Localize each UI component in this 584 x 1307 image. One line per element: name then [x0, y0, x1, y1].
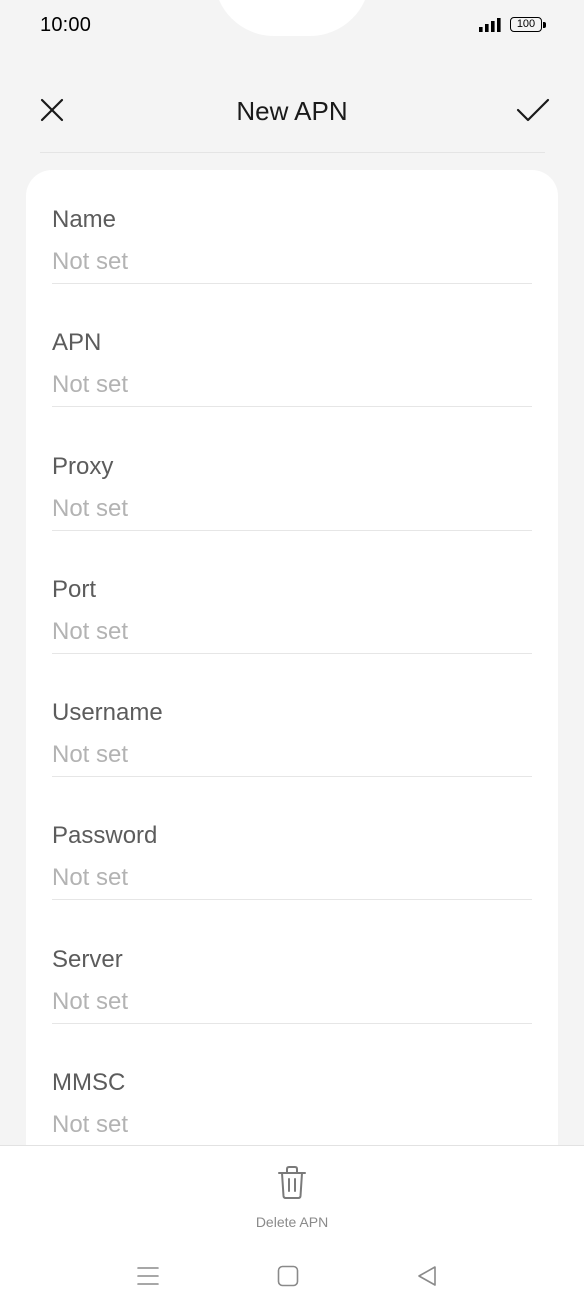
- signal-bars-icon: [479, 18, 501, 32]
- apn-field-mmsc[interactable]: MMSC Not set: [52, 1033, 532, 1143]
- header-divider: [40, 152, 545, 153]
- battery-tip: [543, 22, 546, 28]
- confirm-button[interactable]: [510, 88, 556, 132]
- apn-field-username[interactable]: Username Not set: [52, 663, 532, 777]
- battery-level: 100: [516, 18, 536, 30]
- apn-field-proxy[interactable]: Proxy Not set: [52, 417, 532, 531]
- system-navigation-bar: [0, 1254, 584, 1294]
- status-time: 10:00: [40, 14, 92, 36]
- home-icon: [277, 1265, 299, 1287]
- apn-field-name[interactable]: Name Not set: [52, 170, 532, 284]
- delete-apn-label: Delete APN: [255, 1214, 329, 1230]
- field-value: Not set: [52, 1111, 129, 1138]
- field-divider: [52, 1023, 532, 1024]
- field-value: Not set: [52, 618, 129, 645]
- field-label: Port: [52, 576, 97, 603]
- page-title: New APN: [236, 96, 348, 126]
- apn-form-card: Name Not set APN Not set Proxy Not set P…: [26, 170, 558, 1170]
- back-button[interactable]: [411, 1260, 443, 1292]
- field-value: Not set: [52, 988, 129, 1015]
- status-bar: 10:00 100: [0, 0, 584, 52]
- field-value: Not set: [52, 741, 129, 768]
- field-label: Password: [52, 822, 158, 849]
- checkmark-icon: [516, 98, 550, 122]
- field-label: APN: [52, 329, 102, 356]
- bottom-panel: Delete APN: [0, 1145, 584, 1307]
- delete-apn-button[interactable]: Delete APN: [232, 1158, 352, 1230]
- field-divider: [52, 530, 532, 531]
- field-label: Name: [52, 206, 117, 233]
- field-label: Server: [52, 946, 123, 973]
- field-divider: [52, 406, 532, 407]
- field-label: Username: [52, 699, 163, 726]
- field-divider: [52, 899, 532, 900]
- field-divider: [52, 653, 532, 654]
- trash-icon: [278, 1166, 306, 1199]
- apn-field-server[interactable]: Server Not set: [52, 910, 532, 1024]
- apn-field-password[interactable]: Password Not set: [52, 786, 532, 900]
- field-label: Proxy: [52, 453, 114, 480]
- app-bar: New APN: [0, 80, 584, 144]
- field-value: Not set: [52, 371, 129, 398]
- field-divider: [52, 776, 532, 777]
- field-value: Not set: [52, 864, 129, 891]
- home-button[interactable]: [272, 1260, 304, 1292]
- apn-field-apn[interactable]: APN Not set: [52, 293, 532, 407]
- menu-button[interactable]: [132, 1260, 164, 1292]
- field-label: MMSC: [52, 1069, 126, 1096]
- apn-field-port[interactable]: Port Not set: [52, 540, 532, 654]
- menu-icon: [137, 1267, 159, 1285]
- field-divider: [52, 283, 532, 284]
- back-icon: [418, 1266, 436, 1286]
- screen: 10:00 100 New APN Name Not set APN Not s…: [0, 0, 584, 1307]
- field-value: Not set: [52, 248, 129, 275]
- field-value: Not set: [52, 495, 129, 522]
- battery-indicator: 100: [510, 17, 542, 32]
